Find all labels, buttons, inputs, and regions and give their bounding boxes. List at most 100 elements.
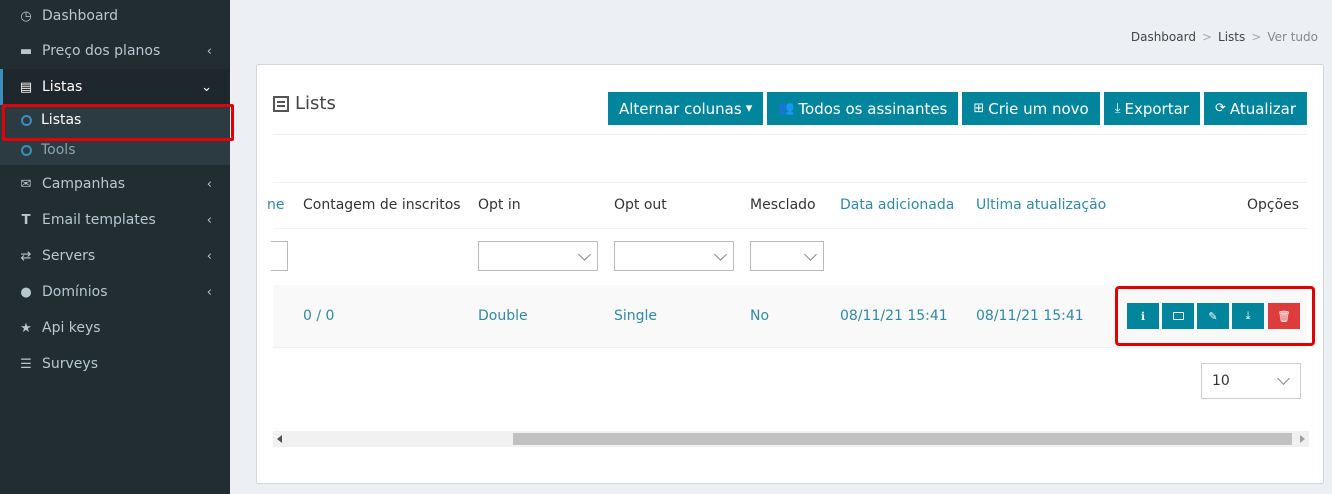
text-icon: T — [21, 212, 31, 228]
circle-icon — [21, 144, 32, 156]
chevron-left-icon: ‹ — [206, 176, 212, 192]
sidebar-item-label: Preço dos planos — [42, 43, 161, 59]
refresh-button[interactable]: ⟳ Atualizar — [1203, 92, 1307, 125]
dashboard-icon: ◷ — [20, 8, 32, 24]
export-icon: ⤓ — [1114, 101, 1121, 116]
refresh-icon: ⟳ — [1214, 101, 1226, 116]
refresh-label: Atualizar — [1229, 99, 1296, 118]
envelope-icon: ✉ — [20, 176, 32, 192]
list-icon: ▤ — [19, 79, 33, 95]
breadcrumb-lists[interactable]: Lists — [1218, 30, 1245, 44]
sidebar-item-email-templates[interactable]: T Email templates ‹ — [0, 202, 230, 238]
chevron-left-icon: ‹ — [206, 284, 212, 300]
column-header-opt-in: Opt in — [478, 197, 521, 213]
column-header-last-updated[interactable]: Ultima atualização — [976, 197, 1106, 213]
toggle-columns-label: Alternar colunas — [619, 99, 742, 118]
list-alt-icon — [273, 95, 289, 112]
sidebar-item-servers[interactable]: ⇄ Servers ‹ — [0, 238, 230, 274]
create-new-button[interactable]: ⊞ Crie um novo — [962, 92, 1100, 125]
sidebar-item-dashboard[interactable]: ◷ Dashboard — [0, 0, 230, 34]
export-row-button[interactable]: ⤓ — [1232, 303, 1264, 329]
highlight-annotation — [2, 104, 234, 141]
trash-icon: 🗑 — [1277, 309, 1291, 323]
id-card-icon — [1172, 312, 1184, 320]
page-title-text: Lists — [295, 93, 336, 114]
column-header-subscribers: Contagem de inscritos — [303, 197, 461, 213]
breadcrumb-separator: > — [1251, 30, 1262, 44]
all-subscribers-label: Todos os assinantes — [798, 99, 948, 118]
export-icon: ⤓ — [1245, 309, 1251, 322]
export-button[interactable]: ⤓ Exportar — [1103, 92, 1200, 125]
page-size-select[interactable]: 10 — [1201, 363, 1301, 399]
sidebar: ◷ Dashboard ▬ Preço dos planos ‹ ▤ Lista… — [0, 0, 234, 494]
sidebar-item-label: Listas — [42, 79, 83, 95]
delete-button[interactable]: 🗑 — [1268, 303, 1300, 329]
opt-out-filter-select[interactable] — [614, 241, 734, 271]
star-icon: ★ — [20, 320, 32, 336]
column-header-merged: Mesclado — [750, 197, 816, 213]
chevron-left-icon: ‹ — [206, 248, 212, 264]
column-header-options: Opções — [1247, 197, 1300, 213]
exchange-icon: ⇄ — [20, 248, 32, 264]
merged-filter-select[interactable] — [750, 241, 824, 271]
cell-opt-in: Double — [478, 308, 528, 324]
export-label: Exportar — [1124, 99, 1189, 118]
chevron-left-icon: ‹ — [206, 212, 212, 228]
toolbar: Alternar colunas ▾ 👥 Todos os assinantes… — [608, 92, 1307, 125]
column-header-opt-out: Opt out — [614, 197, 667, 213]
breadcrumb-separator: > — [1201, 30, 1213, 44]
divider — [273, 134, 1307, 135]
sidebar-item-label: Dashboard — [42, 8, 118, 24]
caret-down-icon: ▾ — [745, 101, 753, 116]
sidebar-item-campaigns[interactable]: ✉ Campanhas ‹ — [0, 166, 230, 202]
cell-subscribers[interactable]: 0 / 0 — [303, 308, 334, 324]
lists-box: Lists Alternar colunas ▾ 👥 Todos os assi… — [256, 64, 1324, 484]
view-button[interactable] — [1162, 303, 1194, 329]
cell-date-added: 08/11/21 15:41 — [840, 308, 948, 324]
info-icon: ℹ — [1140, 309, 1146, 323]
sidebar-item-label: Campanhas — [42, 176, 126, 192]
page-title: Lists — [273, 93, 336, 114]
sidebar-item-api-keys[interactable]: ★ Api keys — [0, 310, 230, 346]
name-filter-input[interactable] — [271, 241, 288, 271]
sidebar-item-domains[interactable]: ● Domínios ‹ — [0, 274, 230, 310]
info-button[interactable]: ℹ — [1127, 303, 1159, 329]
chevron-down-icon — [578, 248, 591, 261]
chevron-down-icon: ⌄ — [201, 79, 212, 95]
chevron-left-icon: ‹ — [206, 43, 212, 59]
sidebar-item-label: Surveys — [42, 356, 98, 372]
cell-merged: No — [750, 308, 770, 324]
globe-icon: ● — [20, 284, 32, 300]
chevron-down-icon — [714, 248, 727, 261]
cell-opt-out: Single — [614, 308, 658, 324]
list-ul-icon: ☰ — [20, 356, 32, 372]
cell-last-updated: 08/11/21 15:41 — [976, 308, 1084, 324]
chevron-down-icon — [1277, 372, 1290, 385]
sidebar-item-label: Api keys — [42, 320, 101, 336]
sidebar-item-plans[interactable]: ▬ Preço dos planos ‹ — [0, 33, 230, 69]
scroll-right-icon[interactable] — [1300, 435, 1305, 443]
all-subscribers-button[interactable]: 👥 Todos os assinantes — [767, 92, 959, 125]
submenu-item-label: Tools — [41, 142, 76, 158]
plus-square-icon: ⊞ — [973, 101, 985, 116]
create-new-label: Crie um novo — [988, 99, 1089, 118]
column-header-name[interactable]: ne — [267, 197, 285, 213]
sidebar-item-surveys[interactable]: ☰ Surveys — [0, 346, 230, 382]
sidebar-item-label: Email templates — [42, 212, 156, 228]
chevron-down-icon — [804, 248, 817, 261]
sidebar-item-label: Servers — [42, 248, 96, 264]
toggle-columns-button[interactable]: Alternar colunas ▾ — [608, 92, 764, 125]
edit-icon: ✎ — [1208, 309, 1218, 323]
horizontal-scrollbar[interactable] — [273, 431, 1309, 447]
scroll-left-icon[interactable] — [277, 435, 282, 443]
edit-button[interactable]: ✎ — [1197, 303, 1229, 329]
sidebar-item-label: Domínios — [42, 284, 108, 300]
page-size-value: 10 — [1212, 373, 1230, 389]
column-header-date-added[interactable]: Data adicionada — [840, 197, 954, 213]
opt-in-filter-select[interactable] — [478, 241, 598, 271]
credit-card-icon: ▬ — [19, 43, 33, 59]
breadcrumb-current: Ver tudo — [1267, 30, 1318, 44]
breadcrumb-dashboard[interactable]: Dashboard — [1131, 30, 1196, 44]
scrollbar-thumb[interactable] — [513, 433, 1292, 445]
sidebar-item-lists[interactable]: ▤ Listas ⌄ — [0, 69, 230, 105]
